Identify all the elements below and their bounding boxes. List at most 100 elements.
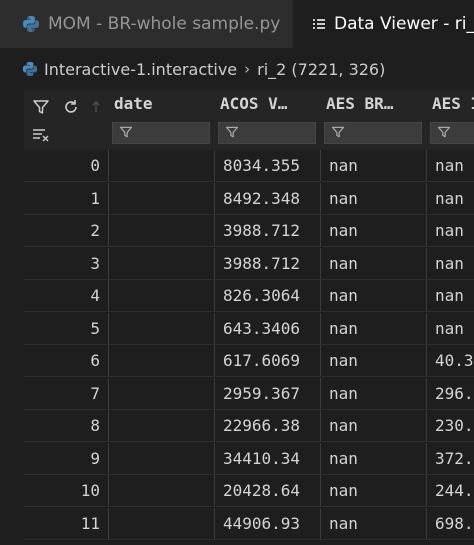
column-label: ACOS V… — [220, 94, 288, 113]
column-header-acos[interactable]: ACOS V… — [214, 90, 320, 150]
cell-aes-br[interactable]: nan — [320, 182, 426, 214]
sort-up-icon[interactable] — [88, 96, 104, 118]
data-grid: date ACOS V… AES BR… AES I 08034.355nann… — [24, 90, 474, 545]
cell-aes-i[interactable]: 698. — [426, 507, 474, 539]
column-label: AES I — [432, 94, 474, 113]
cell-acos[interactable]: 8034.355 — [214, 150, 320, 181]
tab-label: MOM - BR-whole sample.py — [48, 14, 281, 34]
table-row[interactable]: 7 2959.367 nan 296. — [24, 377, 474, 410]
cell-date[interactable] — [108, 475, 214, 506]
table-row[interactable]: 10 20428.64 nan 244. — [24, 475, 474, 507]
cell-acos[interactable]: 3988.712 — [214, 215, 320, 246]
cell-aes-br[interactable]: nan — [320, 377, 426, 409]
column-header-aes-i[interactable]: AES I — [426, 90, 474, 150]
row-index: 1 — [24, 182, 108, 214]
cell-acos[interactable]: 44906.93 — [214, 507, 320, 539]
table-row[interactable]: 4 826.3064 nan nan — [24, 280, 474, 312]
cell-aes-br[interactable]: nan — [320, 312, 426, 344]
cell-aes-i[interactable]: nan — [426, 247, 474, 279]
row-index: 2 — [24, 215, 108, 246]
cell-acos[interactable]: 617.6069 — [214, 345, 320, 376]
cell-aes-i[interactable]: nan — [426, 182, 474, 214]
table-row[interactable]: 0 8034.355 nan nan — [24, 150, 474, 182]
row-index: 6 — [24, 345, 108, 376]
breadcrumb-variable[interactable]: ri_2 (7221, 326) — [257, 60, 385, 79]
cell-date[interactable] — [108, 150, 214, 181]
python-icon — [22, 15, 40, 33]
table-row[interactable]: 2 3988.712 nan nan — [24, 215, 474, 247]
table-row[interactable]: 3 3988.712 nan nan — [24, 247, 474, 280]
cell-acos[interactable]: 34410.34 — [214, 442, 320, 474]
table-row[interactable]: 1 8492.348 nan nan — [24, 182, 474, 215]
filter-icon — [119, 124, 133, 143]
table-row[interactable]: 5 643.3406 nan nan — [24, 312, 474, 345]
data-viewer-icon — [312, 17, 326, 31]
cell-aes-br[interactable]: nan — [320, 507, 426, 539]
cell-aes-br[interactable]: nan — [320, 215, 426, 246]
column-label: date — [114, 94, 153, 113]
table-row[interactable]: 6 617.6069 nan 40.3 — [24, 345, 474, 377]
cell-aes-i[interactable]: nan — [426, 215, 474, 246]
cell-date[interactable] — [108, 182, 214, 214]
table-row[interactable]: 11 44906.93 nan 698. — [24, 507, 474, 540]
column-header-aes-br[interactable]: AES BR… — [320, 90, 426, 150]
cell-aes-i[interactable]: 372. — [426, 442, 474, 474]
cell-acos[interactable]: 826.3064 — [214, 280, 320, 311]
filter-icon — [331, 124, 345, 143]
cell-aes-i[interactable]: 296. — [426, 377, 474, 409]
cell-date[interactable] — [108, 215, 214, 246]
tab-bar: MOM - BR-whole sample.py Data Viewer - r… — [0, 0, 474, 48]
row-index: 8 — [24, 410, 108, 441]
cell-date[interactable] — [108, 345, 214, 376]
cell-acos[interactable]: 8492.348 — [214, 182, 320, 214]
cell-aes-br[interactable]: nan — [320, 475, 426, 506]
cell-acos[interactable]: 22966.38 — [214, 410, 320, 441]
cell-aes-i[interactable]: 244. — [426, 475, 474, 506]
table-row[interactable]: 8 22966.38 nan 230. — [24, 410, 474, 442]
cell-aes-br[interactable]: nan — [320, 247, 426, 279]
cell-date[interactable] — [108, 377, 214, 409]
cell-date[interactable] — [108, 280, 214, 311]
table-row[interactable]: 9 34410.34 nan 372. — [24, 442, 474, 475]
column-filter-input[interactable] — [324, 122, 422, 144]
cell-aes-i[interactable]: nan — [426, 312, 474, 344]
breadcrumb-file[interactable]: Interactive-1.interactive — [44, 60, 237, 79]
column-filter-input[interactable] — [218, 122, 316, 144]
cell-date[interactable] — [108, 410, 214, 441]
column-filter-input[interactable] — [112, 122, 210, 144]
cell-aes-br[interactable]: nan — [320, 410, 426, 441]
clear-filter-icon[interactable] — [30, 126, 52, 144]
cell-acos[interactable]: 643.3406 — [214, 312, 320, 344]
cell-aes-br[interactable]: nan — [320, 442, 426, 474]
cell-date[interactable] — [108, 247, 214, 279]
refresh-icon[interactable] — [60, 96, 82, 118]
row-index: 5 — [24, 312, 108, 344]
python-icon — [22, 61, 38, 77]
cell-aes-br[interactable]: nan — [320, 150, 426, 181]
row-index: 10 — [24, 475, 108, 506]
chevron-right-icon: › — [244, 60, 251, 78]
cell-aes-i[interactable]: 230. — [426, 410, 474, 441]
cell-aes-br[interactable]: nan — [320, 280, 426, 311]
cell-acos[interactable]: 3988.712 — [214, 247, 320, 279]
cell-aes-br[interactable]: nan — [320, 345, 426, 376]
cell-date[interactable] — [108, 442, 214, 474]
column-label: AES BR… — [326, 94, 394, 113]
tab-label: Data Viewer - ri_2 — [334, 14, 474, 34]
filter-icon[interactable] — [30, 96, 52, 118]
row-index: 3 — [24, 247, 108, 279]
tab-python-file[interactable]: MOM - BR-whole sample.py — [0, 0, 292, 48]
cell-acos[interactable]: 2959.367 — [214, 377, 320, 409]
cell-aes-i[interactable]: 40.3 — [426, 345, 474, 376]
filter-icon — [437, 124, 451, 143]
cell-aes-i[interactable]: nan — [426, 150, 474, 181]
cell-date[interactable] — [108, 507, 214, 539]
cell-acos[interactable]: 20428.64 — [214, 475, 320, 506]
cell-date[interactable] — [108, 312, 214, 344]
tab-data-viewer[interactable]: Data Viewer - ri_2 — [294, 0, 474, 48]
cell-aes-i[interactable]: nan — [426, 280, 474, 311]
column-filter-input[interactable] — [430, 122, 474, 144]
grid-toolbar — [24, 90, 108, 150]
row-index: 4 — [24, 280, 108, 311]
column-header-date[interactable]: date — [108, 90, 214, 150]
